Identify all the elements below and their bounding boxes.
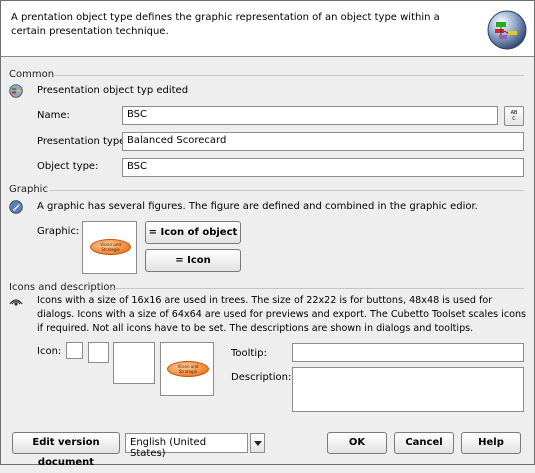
graphic-info-text: A graphic has several figures. The figur… [37,201,478,212]
section-title-common: Common [9,69,55,80]
eye-icon [9,299,23,306]
presentation-type-label: Presentation type: [37,136,129,147]
text-picker-button[interactable]: AB C [504,106,524,126]
common-status-text: Presentation object typ edited [37,85,189,96]
object-type-field[interactable]: BSC [122,158,524,177]
description-label: Description: [231,372,292,383]
icon-16-slot[interactable] [66,342,83,359]
icon-64-slot[interactable]: Vision und Strategie [160,342,214,396]
graphic-info-icon [9,200,23,214]
icon-64-preview-figure: Vision und Strategie [167,361,209,377]
chevron-down-icon [254,441,262,446]
graphic-preview-figure: Vision und Strategie [90,239,131,255]
tooltip-label: Tooltip: [231,348,267,359]
presentation-type-field[interactable]: Balanced Scorecard [122,132,524,151]
separator [50,190,524,191]
text-picker-icon: AB C [510,110,518,122]
name-label: Name: [37,110,70,121]
ok-button[interactable]: OK [327,432,387,454]
edit-version-document-button[interactable]: Edit version document [12,432,120,468]
object-type-label: Object type: [37,161,99,172]
icon-button[interactable]: = Icon [145,249,241,272]
header-description: A prentation object type defines the gra… [11,12,440,37]
separator [110,288,524,289]
icon-48-slot[interactable] [113,342,155,384]
section-title-icons: Icons and description [9,282,116,293]
section-title-graphic: Graphic [9,184,48,195]
language-dropdown-button[interactable] [250,433,265,453]
icon-22-slot[interactable] [88,342,109,363]
tooltip-input[interactable] [292,343,524,362]
icon-label: Icon: [37,346,62,357]
name-input[interactable]: BSC [122,106,498,125]
language-select[interactable]: English (United States) [125,433,248,459]
icons-info-text: Icons with a size of 16x16 are used in t… [37,295,527,334]
presentation-object-icon [9,84,23,98]
help-button[interactable]: Help [461,432,521,454]
separator [54,75,524,76]
graphic-preview[interactable]: Vision und Strategie [82,221,137,274]
graphic-label: Graphic: [37,226,80,237]
icon-of-object-type-button[interactable]: = Icon of object type [145,221,241,259]
globe-logo-icon [487,10,527,50]
cancel-button[interactable]: Cancel [394,432,454,454]
dialog-header: A prentation object type defines the gra… [1,1,534,57]
description-textarea[interactable] [292,367,524,412]
